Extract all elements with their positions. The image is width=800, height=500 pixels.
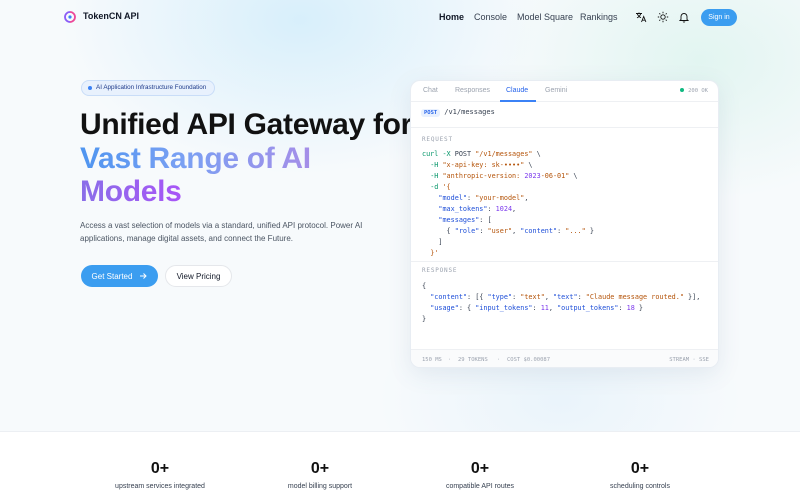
- request-code-line: -H "x-api-key: sk-••••" \: [430, 161, 533, 169]
- tab-claude[interactable]: Claude: [506, 87, 528, 94]
- response-code-block: { "content": [{ "type": "text", "text": …: [422, 281, 700, 325]
- request-code-line: "messages": [: [438, 216, 492, 224]
- hero-title-line-2: Vast Range of AI: [80, 142, 311, 175]
- endpoint-path: /v1/messages: [444, 108, 495, 116]
- separator: ·: [448, 357, 452, 363]
- stat-label: scheduling controls: [610, 483, 670, 490]
- active-tab-indicator: [500, 100, 536, 102]
- divider: [411, 127, 718, 128]
- sun-icon[interactable]: [657, 11, 669, 23]
- request-code-block: curl -X POST "/v1/messages" \ -H "x-api-…: [422, 149, 594, 259]
- tab-chat[interactable]: Chat: [423, 87, 438, 94]
- response-status: 200 OK: [680, 88, 708, 94]
- response-code-line: }: [422, 315, 427, 323]
- hero-title-line-3: Models: [80, 175, 182, 208]
- request-code-line: { "role": "user", "content": "..." }: [422, 227, 594, 235]
- status-dot-icon: [680, 88, 685, 92]
- stat-value: 0+: [310, 460, 330, 477]
- stream-mode: STREAM · SSE: [669, 357, 709, 363]
- tab-gemini[interactable]: Gemini: [545, 87, 567, 94]
- stat-value: 0+: [150, 460, 170, 477]
- get-started-button[interactable]: Get Started: [81, 265, 158, 287]
- get-started-label: Get Started: [91, 271, 133, 281]
- bell-icon[interactable]: [678, 11, 690, 23]
- request-code-line: curl -X POST "/v1/messages" \: [422, 150, 541, 158]
- latency-stat: 150 MS: [422, 357, 442, 363]
- arrow-right-icon: [140, 273, 148, 279]
- api-example-card: Chat Responses Claude Gemini 200 OK POST…: [410, 80, 719, 368]
- nav-link-home[interactable]: Home: [439, 12, 464, 22]
- stat-value: 0+: [470, 460, 490, 477]
- nav-link-rankings[interactable]: Rankings: [580, 12, 618, 22]
- brand-name[interactable]: TokenCN API: [83, 11, 139, 21]
- cost-stat: COST $0.00087: [507, 357, 551, 363]
- stat-value: 0+: [630, 460, 650, 477]
- request-code-line: ]: [422, 238, 443, 246]
- http-method-badge: POST: [421, 109, 441, 117]
- card-footer: 150 MS · 29 TOKENS · COST $0.00087 STREA…: [411, 349, 718, 367]
- sign-in-button[interactable]: Sign in: [701, 9, 737, 26]
- badge-dot-icon: [88, 86, 92, 90]
- hero-badge: AI Application Infrastructure Foundation: [81, 80, 216, 96]
- request-code-line: "model": "your-model",: [438, 194, 529, 202]
- view-pricing-button[interactable]: View Pricing: [165, 265, 232, 287]
- separator: ·: [497, 357, 501, 363]
- stats-bar: 0+ upstream services integrated 0+ model…: [0, 431, 800, 500]
- response-label: RESPONSE: [422, 267, 458, 274]
- request-label: REQUEST: [422, 136, 453, 143]
- request-code-line: }': [430, 249, 439, 257]
- hero-badge-label: AI Application Infrastructure Foundation: [96, 84, 207, 91]
- stat-label: compatible API routes: [445, 483, 515, 490]
- hero-description: Access a vast selection of models via a …: [80, 221, 363, 243]
- stat-label: upstream services integrated: [115, 483, 205, 490]
- divider: [411, 261, 718, 262]
- nav-link-model-square[interactable]: Model Square: [517, 12, 573, 22]
- request-code-line: -H "anthropic-version: 2023-06-01" \: [430, 172, 578, 180]
- request-code-line: "max_tokens": 1024,: [438, 205, 517, 213]
- api-tabs: Chat Responses Claude Gemini 200 OK: [411, 81, 718, 102]
- top-navbar: TokenCN API Home Console Model Square Ra…: [0, 0, 800, 36]
- response-status-label: 200 OK: [688, 88, 708, 94]
- response-code-line: "usage": { "input_tokens": 11, "output_t…: [430, 304, 644, 312]
- tokens-stat: 29 TOKENS: [458, 357, 488, 363]
- tab-responses[interactable]: Responses: [455, 87, 490, 94]
- nav-link-console[interactable]: Console: [474, 12, 507, 22]
- translate-icon[interactable]: [635, 11, 647, 23]
- response-code-line: "content": [{ "type": "text", "text": "C…: [430, 293, 701, 301]
- brand-logo-icon[interactable]: [64, 11, 76, 23]
- response-code-line: {: [422, 282, 427, 290]
- endpoint-line: POST/v1/messages: [421, 108, 495, 117]
- request-code-line: -d '{: [430, 183, 451, 191]
- hero-title-line-1: Unified API Gateway for: [80, 108, 413, 141]
- stat-label: model billing support: [287, 483, 353, 490]
